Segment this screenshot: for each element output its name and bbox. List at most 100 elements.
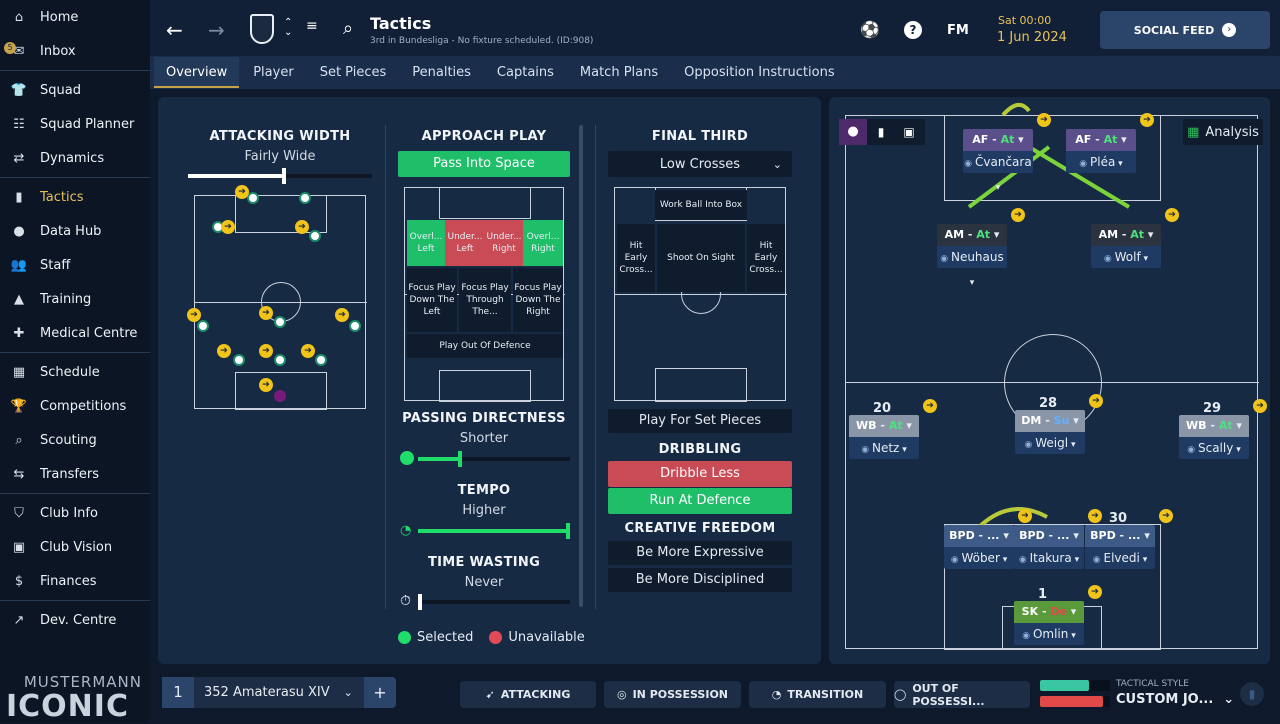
run-at-defence-button[interactable]: Run At Defence	[608, 488, 792, 514]
transition-button[interactable]: ◔ TRANSITION	[749, 681, 886, 708]
player-card-itakura[interactable]: BPD - ... ▾ ◉ Itakura ▾ ➔	[1014, 509, 1102, 571]
zone-focus-left[interactable]: Focus Play Down The Left	[407, 268, 457, 332]
menu-icon[interactable]: ≡	[306, 18, 318, 34]
tab-set-pieces[interactable]: Set Pieces	[308, 57, 399, 88]
zone-focus-right[interactable]: Focus Play Down The Right	[513, 268, 563, 332]
player-arrow-icon[interactable]: ➔	[1011, 208, 1025, 222]
player-card-omlin[interactable]: 1 SK - De ▾ ◉ Omlin ▾ ➔	[1014, 585, 1102, 647]
tab-match-plans[interactable]: Match Plans	[568, 57, 670, 88]
player-card-wolf[interactable]: AM - At ▾ ◉ Wolf ▾ ➔	[1091, 208, 1179, 270]
club-switch-icon[interactable]: ⌃ ⌄	[284, 18, 292, 38]
tab-overview[interactable]: Overview	[154, 57, 240, 88]
sidebar-item-schedule[interactable]: ▦ Schedule	[0, 355, 150, 389]
sidebar-item-staff[interactable]: 👥 Staff	[0, 248, 150, 282]
zone-shoot-on-sight[interactable]: Shoot On Sight	[657, 224, 745, 292]
tempo-handle[interactable]	[566, 523, 570, 539]
player-role[interactable]: AM - At ▾	[937, 224, 1007, 246]
player-arrow-icon[interactable]: ➔	[1018, 509, 1032, 523]
zone-play-out-of-defence[interactable]: Play Out Of Defence	[407, 334, 563, 358]
forward-arrow-icon[interactable]: →	[208, 18, 225, 42]
player-arrow-icon[interactable]: ➔	[1159, 509, 1173, 523]
player-card-pléa[interactable]: AF - At ▾ ◉ Pléa ▾ ➔	[1066, 113, 1154, 175]
player-name[interactable]: ◉ Neuhaus ▾	[937, 246, 1007, 288]
be-more-disciplined-button[interactable]: Be More Disciplined	[608, 568, 792, 592]
player-arrow-icon[interactable]: ➔	[1165, 208, 1179, 222]
sidebar-item-competitions[interactable]: 🏆 Competitions	[0, 389, 150, 423]
player-name[interactable]: ◉ Weigl ▾	[1015, 432, 1085, 454]
analysis-button[interactable]: ▦ Analysis	[1183, 119, 1263, 145]
player-arrow-icon[interactable]: ➔	[1089, 394, 1103, 408]
zone-focus-through[interactable]: Focus Play Through The...	[459, 268, 511, 332]
attacking-width-handle[interactable]	[282, 168, 286, 184]
player-role[interactable]: BPD - ... ▾	[1014, 525, 1084, 547]
player-role[interactable]: BPD - ... ▾	[1085, 525, 1155, 547]
zone-overlap-right[interactable]: Overl... Right	[523, 220, 563, 266]
sidebar-item-dev-centre[interactable]: ↗ Dev. Centre	[0, 603, 150, 637]
sidebar-item-club-info[interactable]: ⛉ Club Info	[0, 496, 150, 530]
tactical-style-dropdown[interactable]: CUSTOM JO... ⌄	[1116, 692, 1234, 707]
attacking-phase-button[interactable]: ➹ ATTACKING	[460, 681, 596, 708]
player-arrow-icon[interactable]: ➔	[1088, 585, 1102, 599]
time-wasting-slider[interactable]	[418, 594, 570, 610]
sidebar-item-finances[interactable]: $ Finances	[0, 564, 150, 598]
player-arrow-icon[interactable]: ➔	[1140, 113, 1154, 127]
back-arrow-icon[interactable]: ←	[166, 18, 183, 42]
zone-hit-early-cross-right[interactable]: Hit Early Cross...	[747, 224, 785, 292]
player-card-scally[interactable]: 29 WB - At ▾ ◉ Scally ▾ ➔	[1179, 399, 1267, 461]
player-card-weigl[interactable]: 28 DM - Su ▾ ◉ Weigl ▾ ➔	[1015, 394, 1103, 456]
player-arrow-icon[interactable]: ➔	[1037, 113, 1051, 127]
player-name[interactable]: ◉ Itakura ▾	[1014, 547, 1084, 569]
tactic-selector[interactable]: 1 352 Amaterasu XIV ⌄ +	[162, 677, 396, 708]
sidebar-item-data-hub[interactable]: ● Data Hub	[0, 214, 150, 248]
player-role[interactable]: SK - De ▾	[1014, 601, 1084, 623]
tab-player[interactable]: Player	[241, 57, 305, 88]
sidebar-item-dynamics[interactable]: ⇄ Dynamics	[0, 141, 150, 175]
time-wasting-handle[interactable]	[418, 594, 422, 610]
sidebar-item-inbox[interactable]: ✉ Inbox 5	[0, 34, 150, 68]
player-role[interactable]: AM - At ▾	[1091, 224, 1161, 246]
final-third-dropdown[interactable]: Low Crosses ⌄	[608, 151, 792, 177]
player-name[interactable]: ◉ Wolf ▾	[1091, 246, 1161, 268]
player-arrow-icon[interactable]: ➔	[1088, 509, 1102, 523]
zone-hit-early-cross-left[interactable]: Hit Early Cross...	[617, 224, 655, 292]
world-icon[interactable]: ⚽	[860, 20, 880, 39]
chart-icon[interactable]: ▮	[1240, 682, 1264, 706]
fm-logo[interactable]: FM	[947, 23, 969, 38]
sidebar-item-home[interactable]: ⌂ Home	[0, 0, 150, 34]
player-name[interactable]: ◉ Scally ▾	[1179, 437, 1249, 459]
player-card-neuhaus[interactable]: AM - At ▾ ◉ Neuhaus ▾ ➔	[937, 208, 1025, 288]
tab-opposition-instructions[interactable]: Opposition Instructions	[672, 57, 846, 88]
player-name[interactable]: ◉ Omlin ▾	[1014, 623, 1084, 645]
player-role[interactable]: WB - At ▾	[1179, 415, 1249, 437]
sidebar-item-tactics[interactable]: ▮ Tactics	[0, 180, 150, 214]
scrollbar[interactable]	[579, 125, 583, 607]
out-of-possession-button[interactable]: ◯ OUT OF POSSESSI...	[894, 681, 1030, 708]
player-name[interactable]: ◉ Netz ▾	[849, 437, 919, 459]
tempo-slider[interactable]	[418, 523, 570, 539]
zone-underlap-right[interactable]: Under... Right	[485, 220, 523, 266]
sidebar-item-transfers[interactable]: ⇆ Transfers	[0, 457, 150, 491]
passing-slider[interactable]	[418, 451, 570, 467]
tab-penalties[interactable]: Penalties	[400, 57, 483, 88]
player-name[interactable]: ◉ Čvančara ▾	[963, 151, 1033, 193]
player-arrow-icon[interactable]: ➔	[923, 399, 937, 413]
player-role[interactable]: BPD - ... ▾	[944, 525, 1014, 547]
passing-handle[interactable]	[458, 451, 462, 467]
player-card-netz[interactable]: 20 WB - At ▾ ◉ Netz ▾ ➔	[849, 399, 937, 461]
tab-captains[interactable]: Captains	[485, 57, 566, 88]
add-tactic-button[interactable]: +	[364, 677, 396, 708]
players-view-icon[interactable]: ●	[839, 119, 867, 145]
player-card-elvedi[interactable]: 30 BPD - ... ▾ ◉ Elvedi ▾ ➔	[1085, 509, 1173, 571]
player-card-čvančara[interactable]: AF - At ▾ ◉ Čvančara ▾ ➔	[963, 113, 1051, 193]
dribble-less-button[interactable]: Dribble Less	[608, 461, 792, 487]
club-crest-icon[interactable]	[250, 14, 274, 44]
date-full[interactable]: 1 Jun 2024	[997, 30, 1067, 45]
search-icon[interactable]: ⌕	[343, 18, 353, 39]
player-role[interactable]: DM - Su ▾	[1015, 410, 1085, 432]
sidebar-item-squad-planner[interactable]: ☷ Squad Planner	[0, 107, 150, 141]
sidebar-item-training[interactable]: ▲ Training	[0, 282, 150, 316]
player-name[interactable]: ◉ Elvedi ▾	[1085, 547, 1155, 569]
be-more-expressive-button[interactable]: Be More Expressive	[608, 541, 792, 565]
attacking-width-slider[interactable]	[188, 168, 372, 184]
approach-play-button[interactable]: Pass Into Space	[398, 151, 570, 177]
